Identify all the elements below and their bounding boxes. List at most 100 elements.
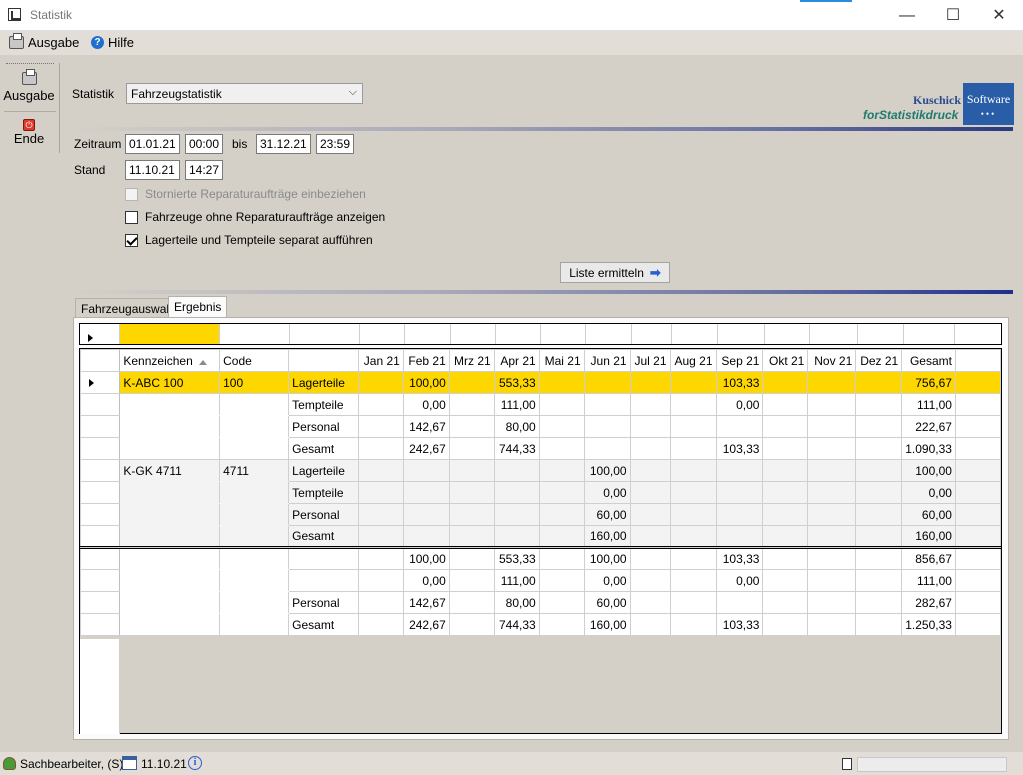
header-jan[interactable]: Jan 21 xyxy=(357,349,404,372)
cell-kennzeichen[interactable] xyxy=(119,415,221,438)
header-apr[interactable]: Apr 21 xyxy=(493,349,540,372)
checkbox-lagerteile-separat[interactable]: Lagerteile und Tempteile separat aufführ… xyxy=(125,233,373,247)
checkbox-fahrzeuge-ohne-box[interactable] xyxy=(125,210,138,224)
cell-nov[interactable] xyxy=(807,393,857,416)
cell-jun[interactable] xyxy=(583,371,631,394)
cell-dez[interactable] xyxy=(855,371,903,394)
cell-jan[interactable] xyxy=(357,415,404,438)
checkbox-fahrzeuge-ohne[interactable]: Fahrzeuge ohne Reparaturaufträge anzeige… xyxy=(125,210,385,224)
cell-type[interactable]: Personal xyxy=(288,415,359,438)
header-mrz[interactable]: Mrz 21 xyxy=(448,349,495,372)
cell-code[interactable] xyxy=(219,503,290,526)
cell-dez[interactable] xyxy=(855,546,903,570)
cell-jan[interactable] xyxy=(357,459,404,482)
from-date-input[interactable]: 01.01.21 xyxy=(125,134,180,154)
cell-aug[interactable] xyxy=(669,437,717,460)
cell-mai[interactable] xyxy=(538,437,585,460)
header-aug[interactable]: Aug 21 xyxy=(669,349,717,372)
cell-mrz[interactable] xyxy=(448,591,495,614)
cell-mai[interactable] xyxy=(538,393,585,416)
cell-type[interactable]: Tempteile xyxy=(288,481,359,504)
cell-code[interactable] xyxy=(219,437,290,460)
row-indicator[interactable] xyxy=(79,591,121,614)
row-indicator[interactable] xyxy=(79,569,121,592)
cell-feb[interactable]: 0,00 xyxy=(402,569,450,592)
cell-jun[interactable]: 0,00 xyxy=(583,481,631,504)
cell-apr[interactable]: 553,33 xyxy=(493,546,540,570)
cell-code[interactable] xyxy=(219,415,290,438)
cell-okt[interactable] xyxy=(762,503,809,526)
header-dez[interactable]: Dez 21 xyxy=(855,349,903,372)
cell-aug[interactable] xyxy=(669,481,717,504)
cell-type[interactable] xyxy=(288,546,359,570)
cell-mrz[interactable] xyxy=(448,525,495,548)
cell-feb[interactable]: 242,67 xyxy=(402,613,450,636)
table-summary-row[interactable]: Personal 142,67 80,00 60,00 282,67 xyxy=(79,591,1002,614)
cell-type[interactable]: Lagerteile xyxy=(288,459,359,482)
filter-sep[interactable] xyxy=(718,324,765,344)
row-indicator[interactable] xyxy=(79,437,121,460)
row-indicator[interactable] xyxy=(79,481,121,504)
header-code[interactable]: Code xyxy=(219,349,290,372)
cell-nov[interactable] xyxy=(807,546,857,570)
cell-type[interactable] xyxy=(288,569,359,592)
cell-mrz[interactable] xyxy=(448,415,495,438)
cell-apr[interactable]: 744,33 xyxy=(493,437,540,460)
cell-jun[interactable]: 60,00 xyxy=(583,591,631,614)
header-nov[interactable]: Nov 21 xyxy=(807,349,857,372)
cell-feb[interactable]: 142,67 xyxy=(402,591,450,614)
cell-okt[interactable] xyxy=(762,371,809,394)
cell-apr[interactable] xyxy=(493,525,540,548)
cell-jan[interactable] xyxy=(357,371,404,394)
cell-mai[interactable] xyxy=(538,459,585,482)
header-kennzeichen[interactable]: Kennzeichen xyxy=(119,349,221,372)
cell-kennzeichen[interactable] xyxy=(119,525,221,548)
cell-type[interactable]: Personal xyxy=(288,503,359,526)
cell-okt[interactable] xyxy=(762,525,809,548)
cell-okt[interactable] xyxy=(762,437,809,460)
cell-mrz[interactable] xyxy=(448,546,495,570)
cell-kennzeichen[interactable]: K-GK 4711 xyxy=(119,459,221,482)
checkbox-stornierte-box[interactable] xyxy=(125,187,138,201)
cell-okt[interactable] xyxy=(762,393,809,416)
cell-aug[interactable] xyxy=(669,613,717,636)
cell-sep[interactable] xyxy=(715,525,764,548)
cell-jun[interactable]: 60,00 xyxy=(583,503,631,526)
cell-feb[interactable]: 0,00 xyxy=(402,393,450,416)
cell-apr[interactable]: 111,00 xyxy=(493,393,540,416)
filter-aug[interactable] xyxy=(672,324,718,344)
header-sep[interactable]: Sep 21 xyxy=(715,349,764,372)
cell-dez[interactable] xyxy=(855,437,903,460)
cell-jul[interactable] xyxy=(629,569,671,592)
cell-apr[interactable] xyxy=(493,503,540,526)
checkbox-lagerteile-separat-box[interactable] xyxy=(125,233,138,247)
cell-feb[interactable] xyxy=(402,459,450,482)
cell-kennzeichen[interactable] xyxy=(119,481,221,504)
filter-gesamt[interactable] xyxy=(904,324,955,344)
cell-jun[interactable]: 100,00 xyxy=(583,459,631,482)
filter-dez[interactable] xyxy=(858,324,904,344)
cell-sep[interactable]: 0,00 xyxy=(715,569,764,592)
filter-mai[interactable] xyxy=(541,324,586,344)
table-row[interactable]: Personal 142,67 80,00 222,67 xyxy=(79,415,1002,438)
cell-jul[interactable] xyxy=(629,525,671,548)
cell-sep[interactable] xyxy=(715,459,764,482)
table-summary-row[interactable]: 100,00 553,33 100,00 103,33 856,67 xyxy=(79,546,1002,570)
cell-feb[interactable]: 100,00 xyxy=(402,546,450,570)
cell-jan[interactable] xyxy=(357,569,404,592)
cell-okt[interactable] xyxy=(762,481,809,504)
filter-feb[interactable] xyxy=(405,324,451,344)
from-time-input[interactable]: 00:00 xyxy=(185,134,223,154)
cell-apr[interactable]: 744,33 xyxy=(493,613,540,636)
row-indicator[interactable] xyxy=(79,459,121,482)
cell-jul[interactable] xyxy=(629,393,671,416)
cell-code[interactable] xyxy=(219,525,290,548)
cell-nov[interactable] xyxy=(807,569,857,592)
table-row[interactable]: K-GK 4711 4711 Lagerteile 100,00 100,00 xyxy=(79,459,1002,482)
row-indicator[interactable] xyxy=(79,393,121,416)
stand-date-input[interactable]: 11.10.21 xyxy=(125,160,180,180)
cell-sep[interactable]: 103,33 xyxy=(715,437,764,460)
cell-code[interactable] xyxy=(219,481,290,504)
cell-jul[interactable] xyxy=(629,415,671,438)
cell-gesamt[interactable]: 1.250,33 xyxy=(901,613,956,636)
